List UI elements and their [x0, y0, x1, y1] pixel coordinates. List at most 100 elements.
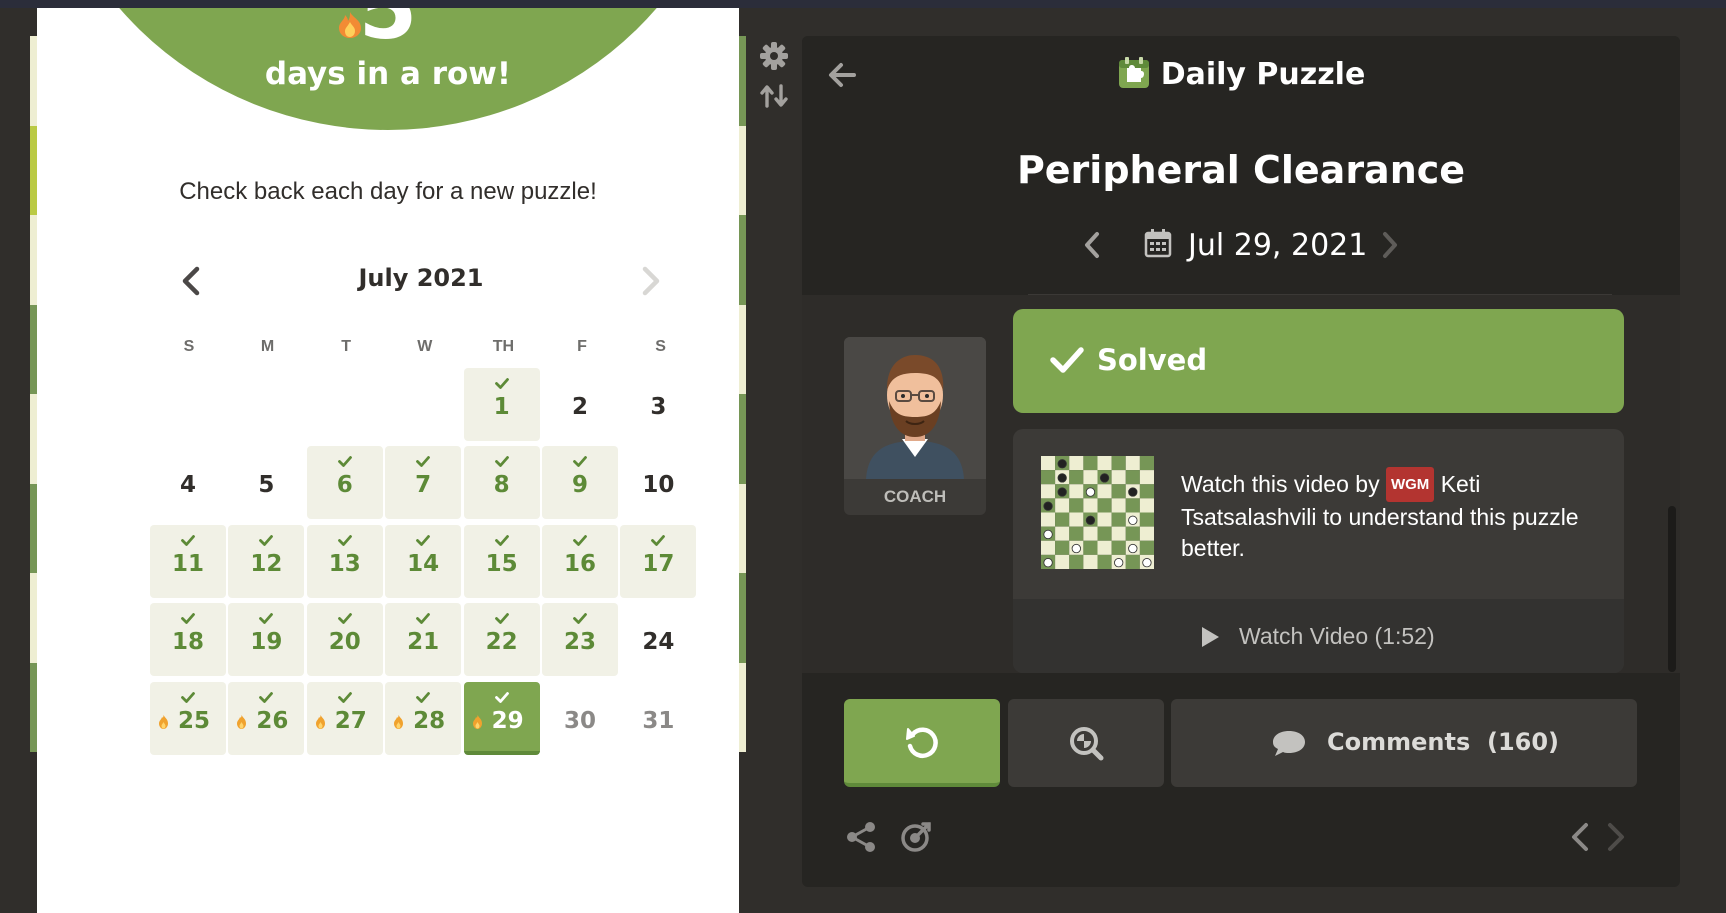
calendar-day[interactable]: 22 — [463, 603, 540, 677]
calendar-day[interactable]: 28 — [385, 681, 462, 755]
flip-board-icon[interactable] — [758, 80, 790, 112]
calendar-day-number: 31 — [642, 707, 675, 734]
check-icon — [494, 534, 509, 546]
weekday-label: S — [183, 338, 195, 355]
calendar-day-number: 25 — [177, 707, 210, 734]
chevron-left-icon[interactable] — [1564, 820, 1598, 854]
calendar-day-number: 6 — [336, 472, 353, 499]
solved-banner: Solved — [1013, 309, 1624, 413]
check-icon — [337, 456, 352, 468]
calendar-day[interactable]: 10 — [620, 446, 696, 519]
chevron-left-icon[interactable] — [1080, 230, 1104, 260]
chevron-right-icon[interactable] — [1378, 230, 1402, 260]
calendar-day[interactable]: 29 — [463, 681, 540, 755]
calendar-day-number: 27 — [334, 707, 367, 734]
calendar-day-number: 8 — [493, 472, 510, 499]
calendar-day[interactable]: 21 — [385, 603, 462, 677]
scrollbar[interactable] — [1668, 506, 1676, 672]
date-navigator: Jul 29, 2021 — [802, 224, 1680, 264]
chevron-right-icon[interactable] — [1598, 820, 1632, 854]
calendar-day-number: 19 — [250, 629, 283, 656]
calendar-day-number: 5 — [258, 472, 275, 499]
puzzle-date: Jul 29, 2021 — [1188, 228, 1368, 263]
calendar-day-number: 28 — [413, 707, 446, 734]
watch-video-button[interactable]: Watch Video (1:52) — [1013, 599, 1624, 673]
calendar-day[interactable]: 5 — [228, 446, 304, 519]
calendar-day[interactable]: 14 — [385, 524, 462, 598]
puzzle-thumbnail[interactable] — [1041, 456, 1154, 569]
calendar-day-number: 7 — [415, 472, 432, 499]
calendar-day[interactable]: 3 — [620, 368, 696, 441]
check-icon — [259, 534, 274, 546]
calendar-icon[interactable] — [1144, 228, 1172, 258]
check-icon — [416, 691, 431, 703]
calendar-day-number: 4 — [179, 472, 196, 499]
weekday-label: W — [417, 338, 433, 355]
calendar-day[interactable]: 27 — [306, 681, 383, 755]
calendar-day[interactable]: 2 — [542, 368, 618, 441]
calendar-day[interactable]: 8 — [463, 446, 540, 520]
calendar-day-number: 2 — [571, 394, 588, 420]
check-icon — [573, 534, 587, 546]
title-badge: WGM — [1385, 467, 1435, 502]
gear-icon[interactable] — [758, 40, 790, 72]
panel-title: Daily Puzzle — [802, 56, 1680, 92]
target-icon[interactable] — [899, 820, 933, 854]
calendar-day[interactable]: 26 — [228, 681, 305, 755]
calendar-day[interactable]: 7 — [385, 446, 462, 520]
calendar-day[interactable]: 11 — [150, 524, 226, 598]
calendar-day[interactable]: 23 — [542, 603, 618, 677]
calendar-day[interactable]: 19 — [228, 603, 305, 677]
check-icon — [494, 378, 509, 389]
calendar-day-number: 20 — [328, 629, 361, 656]
chevron-right-icon — [642, 266, 660, 296]
calendar-day[interactable]: 17 — [620, 524, 697, 598]
calendar-day-number: 24 — [642, 629, 675, 656]
comments-button[interactable]: Comments (160) — [1171, 699, 1637, 787]
calendar-day[interactable]: 30 — [542, 682, 618, 755]
check-icon — [651, 534, 666, 546]
calendar-day[interactable]: 13 — [306, 524, 383, 598]
calendar-day[interactable]: 6 — [306, 446, 383, 520]
video-card: Watch this video by WGM Keti Tsatsalashv… — [1013, 429, 1624, 673]
calendar-day-number: 1 — [493, 394, 510, 420]
check-icon — [494, 456, 509, 468]
video-description: Watch this video by WGM Keti Tsatsalashv… — [1181, 467, 1581, 564]
check-icon — [1050, 347, 1084, 373]
daily-puzzle-panel: Daily Puzzle Peripheral Clearance Jul 29… — [802, 36, 1680, 887]
calendar-day-number: 29 — [491, 707, 524, 734]
calendar-day[interactable]: 15 — [463, 524, 540, 598]
puzzle-feedback-area: COACH Solved Watch this video by WGM Ket… — [802, 295, 1680, 673]
streak-text: days in a row! — [264, 56, 512, 92]
weekday-label: M — [260, 338, 275, 355]
comments-label: Comments (160) — [1327, 728, 1559, 756]
calendar-day-number: 18 — [171, 629, 204, 656]
calendar-day-number: 14 — [407, 550, 440, 577]
calendar-day[interactable]: 18 — [150, 603, 226, 677]
calendar-day[interactable]: 12 — [228, 524, 305, 598]
retry-button[interactable] — [844, 699, 1000, 787]
check-icon — [259, 691, 274, 703]
panel-header: Daily Puzzle Peripheral Clearance Jul 29… — [802, 36, 1680, 294]
calendar-day-number: 3 — [650, 394, 667, 420]
weekday-label: T — [341, 338, 352, 355]
calendar-day[interactable]: 25 — [150, 681, 226, 755]
check-icon — [337, 534, 352, 546]
calendar-day[interactable]: 9 — [542, 446, 618, 520]
calendar-month: July 2021 — [358, 264, 484, 292]
analysis-button[interactable] — [1008, 699, 1164, 787]
calendar-day[interactable]: 1 — [463, 368, 540, 441]
check-icon — [181, 691, 195, 703]
calendar-day-number: 17 — [642, 550, 675, 577]
calendar-day[interactable]: 4 — [150, 446, 226, 519]
coach-avatar — [844, 337, 986, 479]
share-icon[interactable] — [844, 820, 878, 854]
calendar-day[interactable]: 20 — [306, 603, 383, 677]
coach-card: COACH — [844, 337, 986, 515]
calendar-day-number: 26 — [256, 707, 289, 734]
calendar-day[interactable]: 24 — [620, 603, 696, 676]
analysis-icon — [1070, 727, 1104, 761]
check-icon — [259, 613, 274, 625]
calendar-day[interactable]: 16 — [542, 524, 618, 598]
calendar-day[interactable]: 31 — [620, 682, 696, 755]
